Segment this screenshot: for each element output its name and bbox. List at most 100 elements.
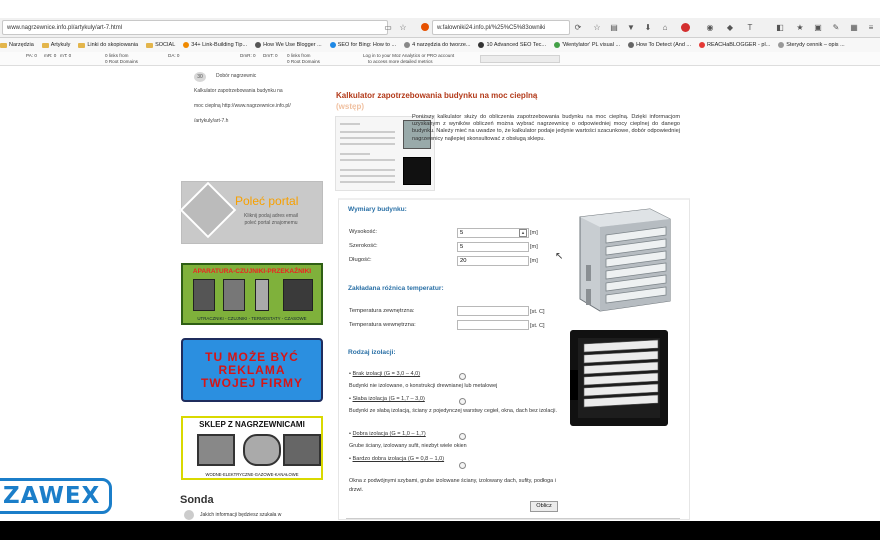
insulation-very-good-label: Bardzo dobra izolacja (G = 0,8 – 1,0) bbox=[352, 456, 445, 462]
home-icon[interactable]: ⌂ bbox=[660, 22, 670, 32]
temp-inside-input[interactable] bbox=[457, 320, 529, 330]
insulation-weak-radio[interactable] bbox=[459, 398, 466, 405]
moz-mr: mR: 0 bbox=[44, 53, 57, 58]
ad-aparatura-banner[interactable]: APARATURA-CZUJNIKI-PRZEKAŹNIKI UTRACZNIK… bbox=[181, 263, 323, 325]
temp-outside-unit: [st. C] bbox=[530, 309, 545, 315]
bookmark-label: SEO for Bing: How to ... bbox=[337, 42, 397, 48]
moz-login2: to access more detailed metrics bbox=[368, 59, 433, 64]
moz-toolbar-buttons[interactable] bbox=[480, 55, 560, 63]
bookmark-item[interactable]: How To Detect (And ... bbox=[628, 42, 691, 48]
download-icon[interactable]: ⬇ bbox=[643, 22, 653, 32]
screenshot-icon[interactable]: ▣ bbox=[813, 22, 823, 32]
ad-reklama-line-3: TWOJEJ FIRMY bbox=[200, 375, 303, 390]
bookmark-item[interactable]: How We Use Blogger ... bbox=[255, 42, 322, 48]
edit-icon[interactable]: ✎ bbox=[831, 22, 841, 32]
favicon-icon bbox=[329, 42, 336, 48]
temp-outside-label: Temperatura zewnętrzna: bbox=[349, 308, 415, 314]
page-icon[interactable]: ▭ bbox=[383, 22, 393, 32]
ad-sklep-banner[interactable]: SKLEP Z NAGRZEWNICAMI WODNE-ELEKTRYCZNE-… bbox=[181, 416, 323, 480]
insulation-option-very-good[interactable]: • Bardzo dobra izolacja (G = 0,8 – 1,0) bbox=[349, 455, 467, 464]
insulation-good-radio[interactable] bbox=[459, 433, 466, 440]
ad-sklep-footer: WODNE-ELEKTRYCZNE-GAZOWE-KANAŁOWE bbox=[205, 472, 299, 477]
favicon-icon bbox=[478, 42, 485, 48]
favicon-icon bbox=[628, 42, 635, 48]
translate-icon[interactable]: T bbox=[745, 22, 755, 32]
favicon-icon bbox=[420, 22, 430, 32]
heater-image-1 bbox=[197, 434, 235, 466]
sonda-question: Jakich informacji będziesz szukała w bbox=[200, 512, 282, 518]
sidebar-line-2[interactable]: moc cieplną http://www.nagrzewnice.info.… bbox=[194, 103, 291, 109]
video-bottom-bar bbox=[0, 521, 880, 540]
calculate-button[interactable]: Oblicz bbox=[530, 501, 558, 512]
insulation-weak-label: Słaba izolacja (G = 1,7 – 3,0) bbox=[352, 396, 425, 402]
bookmarks-bar: Narzędzia Artykuły Linki do skopiowania SOC… bbox=[0, 38, 880, 52]
browser-window: www.nagrzewnice.info.pl/artykuly/art-7.h… bbox=[0, 0, 880, 521]
address-bar-right[interactable]: w.falowniki24.info.pl/%25%C5%83owniki bbox=[432, 20, 570, 35]
bookmark-item[interactable]: Artykuły bbox=[41, 42, 71, 48]
bookmark-item[interactable]: 'Wentylator' PL visual ... bbox=[554, 42, 620, 48]
folder-icon bbox=[0, 42, 7, 48]
bookmark-item[interactable]: 4 narzędzia do tworze... bbox=[404, 42, 470, 48]
bookmark-item[interactable]: Linki do skopiowania bbox=[78, 42, 138, 48]
insulation-good-desc: Grube ściany, izolowany sufit, niezbyt w… bbox=[349, 443, 467, 449]
insulation-none-radio[interactable] bbox=[459, 373, 466, 380]
width-label: Szerokość: bbox=[349, 243, 378, 249]
bookmark-item[interactable]: Narzędzia bbox=[0, 42, 34, 48]
spinner-icon[interactable]: ▴ bbox=[519, 229, 527, 237]
heater-image-3 bbox=[283, 434, 321, 466]
insulation-very-good-radio[interactable] bbox=[459, 462, 466, 469]
moz-pa: PA: 0 bbox=[26, 53, 37, 58]
insulation-option-none[interactable]: • Brak izolacji (G = 3,0 – 4,0) bbox=[349, 371, 420, 377]
bookmark-item[interactable]: 34+ Link-Building Tip... bbox=[183, 42, 247, 48]
star-icon[interactable]: ☆ bbox=[398, 22, 408, 32]
bookmark-item[interactable]: REACHaBLOGGER - pl... bbox=[699, 42, 770, 48]
bookmark-star-icon[interactable]: ☆ bbox=[592, 22, 602, 32]
heater-image-2 bbox=[243, 434, 281, 466]
moz-login[interactable]: Log in to your Moz Analytics or PRO acco… bbox=[363, 53, 454, 59]
bookmark-item[interactable]: SEO for Bing: How to ... bbox=[329, 42, 397, 48]
bookmark-label: SOCIAL bbox=[155, 42, 176, 48]
moz-root1: 0 Root Domains bbox=[105, 59, 138, 64]
polec-sub-line-1: Kliknij podaj adres email bbox=[244, 213, 298, 219]
bookmark-label: Artykuły bbox=[50, 42, 71, 48]
polec-portal-banner[interactable]: Poleć portal Kliknij podaj adres email p… bbox=[179, 181, 323, 244]
folder-icon bbox=[78, 42, 86, 48]
moz-root2: 0 Root Domains bbox=[287, 59, 320, 64]
moz-mt: mT: 0 bbox=[60, 53, 72, 58]
adblock-icon[interactable] bbox=[680, 22, 690, 32]
logo-text: ZAWEX bbox=[3, 483, 101, 509]
star-red-icon[interactable]: ★ bbox=[795, 22, 805, 32]
shield-icon[interactable]: ◉ bbox=[705, 22, 715, 32]
temp-outside-input[interactable] bbox=[457, 306, 529, 316]
height-unit: [m] bbox=[530, 230, 538, 236]
sidebar-item-title[interactable]: Dobór nagrzewnic bbox=[216, 73, 256, 79]
thermostat-image bbox=[283, 279, 313, 311]
address-bar-left[interactable]: www.nagrzewnice.info.pl/artykuly/art-7.h… bbox=[2, 20, 388, 35]
article-number-badge: 30 bbox=[194, 72, 206, 82]
refresh-icon[interactable]: ⟳ bbox=[573, 22, 583, 32]
chat-icon[interactable]: ▦ bbox=[849, 22, 859, 32]
pocket-icon[interactable]: ▼ bbox=[626, 22, 636, 32]
bookmark-item[interactable]: Sterydy cennik – opis ... bbox=[778, 42, 845, 48]
insulation-option-good[interactable]: • Dobra izolacja (G = 1,0 – 1,7) bbox=[349, 431, 426, 437]
insulation-option-weak[interactable]: • Słaba izolacja (G = 1,7 – 3,0) bbox=[349, 396, 425, 402]
menu-icon[interactable]: ≡ bbox=[866, 22, 876, 32]
moz-links1: 0 links from bbox=[105, 53, 129, 58]
length-input[interactable] bbox=[457, 256, 529, 266]
insulation-very-good-desc: Okna z podwójnymi szybami, grube izolowa… bbox=[349, 478, 556, 493]
browser-toolbar: www.nagrzewnice.info.pl/artykuly/art-7.h… bbox=[0, 18, 880, 38]
width-input[interactable] bbox=[457, 242, 529, 252]
extension-icon[interactable]: ◆ bbox=[725, 22, 735, 32]
height-label: Wysokość: bbox=[349, 229, 377, 235]
ad-reklama-banner[interactable]: TU MOŻE BYĆ REKLAMA TWOJEJ FIRMY bbox=[181, 338, 323, 402]
puzzle-icon[interactable]: ◧ bbox=[775, 22, 785, 32]
relay-image bbox=[223, 279, 245, 311]
polec-subtitle: Kliknij podaj adres email poleć portal z… bbox=[238, 213, 304, 227]
bookmark-item[interactable]: 10 Advanced SEO Tec... bbox=[478, 42, 546, 48]
bookmark-item[interactable]: SOCIAL bbox=[146, 42, 175, 48]
section-temperature: Zakładana różnica temperatur: bbox=[348, 285, 444, 292]
page-title-sub: (wstęp) bbox=[336, 102, 364, 111]
favicon-icon bbox=[554, 42, 561, 48]
clipboard-icon[interactable]: ▤ bbox=[609, 22, 619, 32]
sidebar-line-3[interactable]: /artykuly/art-7.h bbox=[194, 118, 228, 124]
